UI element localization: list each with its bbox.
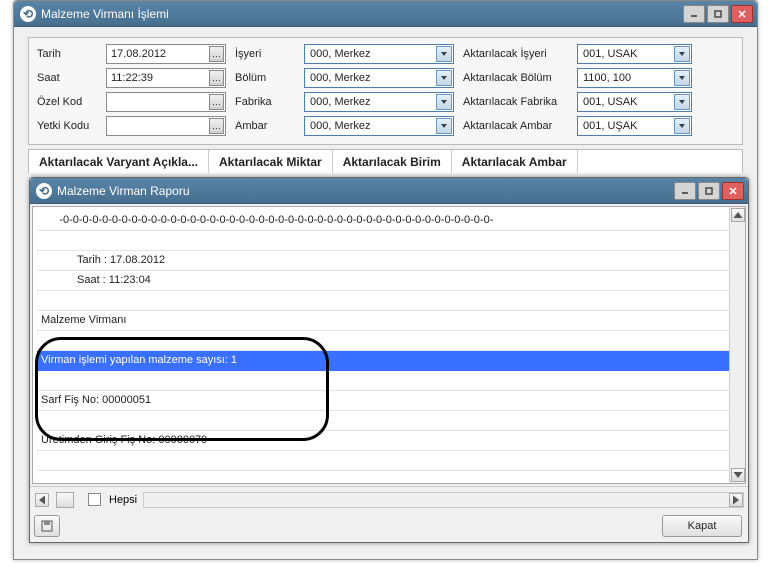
column-headers: Aktarılacak Varyant Açıkla... Aktarılaca… <box>28 149 743 173</box>
chevron-down-icon[interactable] <box>674 118 690 134</box>
a-bolum-label: Aktarılacak Bölüm <box>463 72 568 84</box>
a-isyeri-label: Aktarılacak İşyeri <box>463 48 568 60</box>
ozelkod-label: Özel Kod <box>37 96 97 108</box>
form-grid: Tarih 17.08.2012 … İşyeri 000, Merkez Ak… <box>28 37 743 145</box>
report-line <box>37 231 741 251</box>
tab-miktar[interactable]: Aktarılacak Miktar <box>209 150 333 173</box>
close-button[interactable] <box>731 5 753 23</box>
maximize-button[interactable] <box>707 5 729 23</box>
main-window-title: Malzeme Virmanı İşlemi <box>41 7 683 21</box>
ambar-label: Ambar <box>235 120 295 132</box>
scroll-up-icon[interactable] <box>731 208 745 222</box>
fabrika-combo[interactable]: 000, Merkez <box>304 92 454 112</box>
scroll-right-icon[interactable] <box>729 493 743 507</box>
report-close-button[interactable] <box>722 182 744 200</box>
report-line <box>37 471 741 484</box>
tarih-label: Tarih <box>37 48 97 60</box>
a-isyeri-combo[interactable]: 001, USAK <box>577 44 692 64</box>
report-maximize-button[interactable] <box>698 182 720 200</box>
report-line <box>37 371 741 391</box>
report-saat: Saat : 11:23:04 <box>37 271 741 291</box>
report-window: ⟲ Malzeme Virman Raporu -0-0-0-0-0-0-0-0… <box>29 177 749 543</box>
scroll-left-icon[interactable] <box>35 493 49 507</box>
report-line <box>37 291 741 311</box>
a-fabrika-combo[interactable]: 001, USAK <box>577 92 692 112</box>
scroll-down-icon[interactable] <box>731 468 745 482</box>
bolum-label: Bölüm <box>235 72 295 84</box>
minimize-button[interactable] <box>683 5 705 23</box>
horizontal-scrollbar[interactable] <box>143 492 744 508</box>
main-titlebar[interactable]: ⟲ Malzeme Virmanı İşlemi <box>14 1 757 27</box>
a-bolum-combo[interactable]: 1100, 100 <box>577 68 692 88</box>
a-fabrika-label: Aktarılacak Fabrika <box>463 96 568 108</box>
ozelkod-picker-icon[interactable]: … <box>209 94 224 110</box>
chevron-down-icon[interactable] <box>436 94 452 110</box>
tarih-input[interactable]: 17.08.2012 … <box>106 44 226 64</box>
yetki-picker-icon[interactable]: … <box>209 118 224 134</box>
tab-birim[interactable]: Aktarılacak Birim <box>333 150 452 173</box>
form-panel: Tarih 17.08.2012 … İşyeri 000, Merkez Ak… <box>14 27 757 183</box>
vertical-scrollbar[interactable] <box>729 207 745 483</box>
fabrika-label: Fabrika <box>235 96 295 108</box>
tab-ambar[interactable]: Aktarılacak Ambar <box>452 150 578 173</box>
chevron-down-icon[interactable] <box>674 46 690 62</box>
report-title-line: Malzeme Virmanı <box>37 311 741 331</box>
tab-varyant[interactable]: Aktarılacak Varyant Açıkla... <box>29 150 209 173</box>
report-tarih: Tarih : 17.08.2012 <box>37 251 741 271</box>
yetki-label: Yetki Kodu <box>37 120 97 132</box>
hepsi-label: Hepsi <box>109 494 137 506</box>
report-lines[interactable]: -0-0-0-0-0-0-0-0-0-0-0-0-0-0-0-0-0-0-0-0… <box>33 207 745 484</box>
chevron-down-icon[interactable] <box>436 46 452 62</box>
app-icon: ⟲ <box>36 183 52 199</box>
saat-input[interactable]: 11:22:39 … <box>106 68 226 88</box>
ozelkod-input[interactable]: … <box>106 92 226 112</box>
saat-picker-icon[interactable]: … <box>209 70 224 86</box>
report-titlebar[interactable]: ⟲ Malzeme Virman Raporu <box>30 178 748 204</box>
app-icon: ⟲ <box>20 6 36 22</box>
ambar-combo[interactable]: 000, Merkez <box>304 116 454 136</box>
report-line <box>37 331 741 351</box>
kapat-button[interactable]: Kapat <box>662 515 742 537</box>
chevron-down-icon[interactable] <box>674 70 690 86</box>
chevron-down-icon[interactable] <box>436 118 452 134</box>
isyeri-combo[interactable]: 000, Merkez <box>304 44 454 64</box>
report-body: -0-0-0-0-0-0-0-0-0-0-0-0-0-0-0-0-0-0-0-0… <box>32 206 746 484</box>
report-minimize-button[interactable] <box>674 182 696 200</box>
hepsi-checkbox[interactable] <box>88 493 101 506</box>
hscroll-thumb[interactable] <box>56 492 74 508</box>
chevron-down-icon[interactable] <box>436 70 452 86</box>
save-icon <box>41 520 53 532</box>
bolum-combo[interactable]: 000, Merkez <box>304 68 454 88</box>
tarih-picker-icon[interactable]: … <box>209 46 224 62</box>
saat-label: Saat <box>37 72 97 84</box>
a-ambar-combo[interactable]: 001, UŞAK <box>577 116 692 136</box>
report-sarf-line: Sarf Fiş No: 00000051 <box>37 391 741 411</box>
a-ambar-label: Aktarılacak Ambar <box>463 120 568 132</box>
save-file-button[interactable] <box>34 515 60 537</box>
report-line: -0-0-0-0-0-0-0-0-0-0-0-0-0-0-0-0-0-0-0-0… <box>37 211 741 231</box>
report-uretim-line: Üretimden Giriş Fiş No: 00000079 <box>37 431 741 451</box>
yetki-input[interactable]: … <box>106 116 226 136</box>
report-footer: Kapat <box>30 512 748 542</box>
report-line <box>37 451 741 471</box>
report-window-title: Malzeme Virman Raporu <box>57 184 674 198</box>
report-bottom-bar: Hepsi <box>30 486 748 512</box>
chevron-down-icon[interactable] <box>674 94 690 110</box>
isyeri-label: İşyeri <box>235 48 295 60</box>
report-selected-line[interactable]: Virman işlemi yapılan malzeme sayısı: 1 <box>37 351 741 371</box>
report-line <box>37 411 741 431</box>
